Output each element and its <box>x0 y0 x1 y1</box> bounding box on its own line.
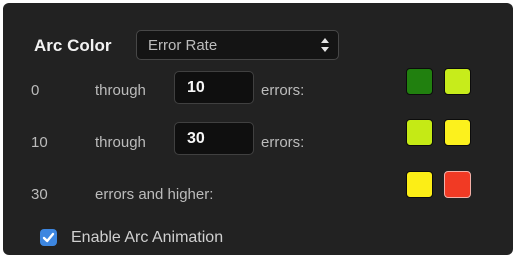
up-down-arrows-icon <box>321 38 329 52</box>
row-3-color-swatch-high[interactable] <box>444 171 471 198</box>
row-1-start: 0 <box>31 82 40 99</box>
row-1-suffix: errors: <box>261 82 305 99</box>
arc-color-select-value: Error Rate <box>148 37 218 54</box>
row-1-through-label: through <box>95 82 146 99</box>
row-2-suffix: errors: <box>261 134 305 151</box>
row-2-start: 10 <box>31 134 48 151</box>
arc-color-select[interactable]: Error Rate <box>136 30 339 60</box>
row-2-color-swatch-high[interactable] <box>444 119 471 146</box>
row-2-color-swatch-low[interactable] <box>406 119 433 146</box>
arc-color-label: Arc Color <box>34 36 112 55</box>
enable-arc-animation-label[interactable]: Enable Arc Animation <box>71 229 223 247</box>
row-1-end-value: 10 <box>187 79 205 96</box>
checkmark-icon <box>42 232 55 243</box>
row-3-color-swatch-low[interactable] <box>406 171 433 198</box>
row-1-end-input[interactable]: 10 <box>174 71 254 104</box>
row-1-color-swatch-high[interactable] <box>444 68 471 95</box>
row-2-end-value: 30 <box>187 130 205 147</box>
row-3-start: 30 <box>31 186 48 203</box>
row-2-through-label: through <box>95 134 146 151</box>
row-2-end-input[interactable]: 30 <box>174 122 254 155</box>
row-1-color-swatch-low[interactable] <box>406 68 433 95</box>
arc-settings-panel: Arc Color Error Rate 0 through 10 errors… <box>3 3 513 255</box>
enable-arc-animation-checkbox[interactable] <box>40 229 57 246</box>
row-3-label: errors and higher: <box>95 186 214 203</box>
